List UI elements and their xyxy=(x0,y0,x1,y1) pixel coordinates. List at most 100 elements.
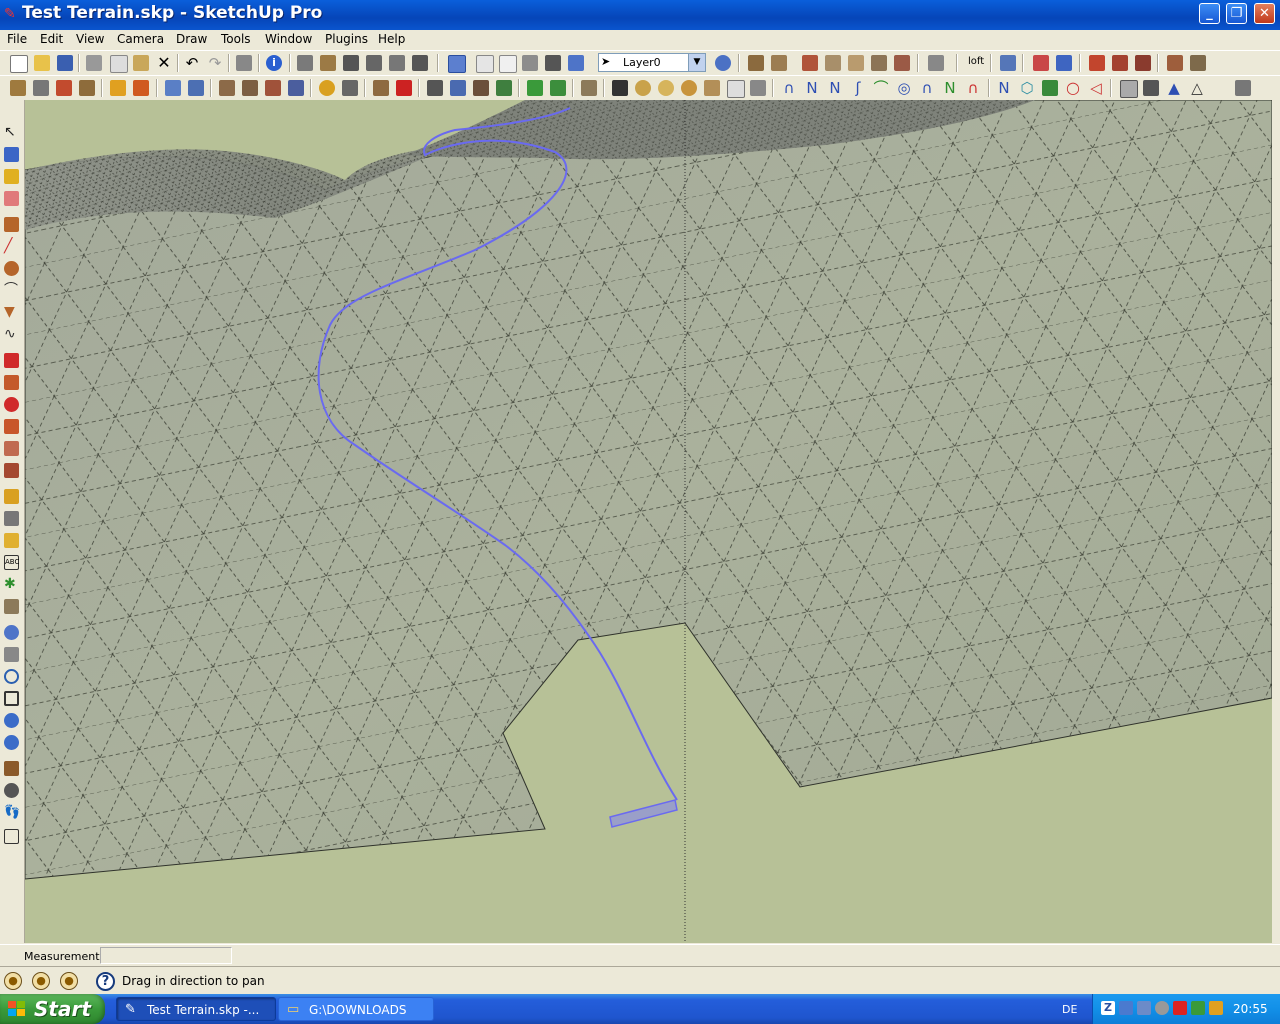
plugin-pyramid-icon[interactable]: ▲ xyxy=(1166,80,1182,96)
scale-icon[interactable] xyxy=(4,441,19,456)
arc-icon[interactable]: ⌒ xyxy=(4,283,19,298)
sandbox-scratch-icon[interactable] xyxy=(771,55,787,71)
menu-help[interactable]: Help xyxy=(378,32,405,46)
component-icon[interactable] xyxy=(4,147,19,162)
user-icon[interactable]: ● xyxy=(60,972,78,990)
plugin-pie-icon[interactable]: ◁ xyxy=(1088,80,1104,96)
plugin-box-icon[interactable] xyxy=(1120,80,1138,98)
delete-icon[interactable]: ✕ xyxy=(156,55,172,71)
offset-icon[interactable] xyxy=(4,463,19,478)
plugin-tool-5-icon[interactable] xyxy=(1190,55,1206,71)
protractor-icon[interactable] xyxy=(4,533,19,548)
plugin-u-icon[interactable] xyxy=(550,80,566,96)
tape-measure-icon[interactable] xyxy=(4,489,19,504)
nurbs-icon[interactable]: Ν xyxy=(827,80,843,96)
section-plane-icon[interactable] xyxy=(4,829,19,844)
plugin-cone-icon[interactable]: △ xyxy=(1189,80,1205,96)
add-detail-icon[interactable] xyxy=(871,55,887,71)
circle-icon[interactable] xyxy=(4,261,19,276)
smoove-icon[interactable] xyxy=(802,55,818,71)
plugin-tool-4-icon[interactable] xyxy=(1167,55,1183,71)
curve-green-icon[interactable]: ⌒ xyxy=(873,80,889,96)
start-button[interactable]: Start xyxy=(0,994,105,1024)
plugin-ab-icon[interactable] xyxy=(727,80,745,98)
plugin-ac-icon[interactable] xyxy=(750,80,766,96)
geo-location-icon[interactable]: ● xyxy=(4,972,22,990)
plugin-tool-2-icon[interactable] xyxy=(1112,55,1128,71)
shaded-icon[interactable] xyxy=(522,55,538,71)
menu-camera[interactable]: Camera xyxy=(117,32,164,46)
print-icon[interactable] xyxy=(236,55,252,71)
plugin-s-icon[interactable] xyxy=(496,80,512,96)
tray-network-icon[interactable] xyxy=(1119,1001,1133,1015)
spiral-icon[interactable]: ◎ xyxy=(896,80,912,96)
plugin-p-icon[interactable] xyxy=(427,80,443,96)
pan-icon[interactable] xyxy=(4,647,19,662)
tray-antivirus-icon[interactable] xyxy=(1173,1001,1187,1015)
plugin-tool-1-icon[interactable] xyxy=(1089,55,1105,71)
plugin-o-icon[interactable] xyxy=(396,80,412,96)
plugin-eraser-icon[interactable] xyxy=(1033,55,1049,71)
plugin-i-icon[interactable] xyxy=(242,80,258,96)
measurements-input[interactable] xyxy=(100,947,232,964)
plugin-dome-icon[interactable] xyxy=(1235,80,1251,96)
hidden-line-icon[interactable] xyxy=(499,55,517,73)
menu-view[interactable]: View xyxy=(76,32,104,46)
loft-label[interactable]: loft xyxy=(968,56,984,67)
move-icon[interactable] xyxy=(4,353,19,368)
plugin-c-icon[interactable] xyxy=(56,80,72,96)
curve-tool-icon[interactable] xyxy=(928,55,944,71)
plugin-loop-icon[interactable] xyxy=(1056,55,1072,71)
copy-icon[interactable] xyxy=(110,55,128,73)
axes-icon[interactable]: ✱ xyxy=(4,577,19,592)
plugin-e-icon[interactable] xyxy=(133,80,149,96)
plugin-cube-icon[interactable] xyxy=(1143,80,1159,96)
orbit-icon[interactable] xyxy=(4,625,19,640)
plugin-k-icon[interactable] xyxy=(288,80,304,96)
maximize-button[interactable]: ❐ xyxy=(1226,3,1247,24)
minimize-button[interactable]: _ xyxy=(1199,3,1220,24)
model-info-icon[interactable]: i xyxy=(266,55,282,71)
rectangle-icon[interactable] xyxy=(4,217,19,232)
plugin-d-icon[interactable] xyxy=(79,80,95,96)
dimension-icon[interactable] xyxy=(4,511,19,526)
shaded-textures-icon[interactable] xyxy=(545,55,561,71)
redo-icon[interactable]: ↷ xyxy=(207,55,223,71)
open-icon[interactable] xyxy=(34,55,50,71)
zoom-window-icon[interactable] xyxy=(4,691,19,706)
plugin-t-icon[interactable] xyxy=(527,80,543,96)
chevron-down-icon[interactable]: ▼ xyxy=(688,54,705,71)
top-view-icon[interactable] xyxy=(320,55,336,71)
right-view-icon[interactable] xyxy=(366,55,382,71)
task-downloads-folder[interactable]: ▭ G:\DOWNLOADS xyxy=(278,997,434,1021)
sketchup-app-icon[interactable]: ✎ xyxy=(4,6,20,22)
plugin-j-icon[interactable] xyxy=(265,80,281,96)
walk-icon[interactable]: 👣 xyxy=(4,805,20,820)
line-icon[interactable]: ╱ xyxy=(4,239,19,254)
plugin-m-icon[interactable] xyxy=(342,80,358,96)
arc-red-icon[interactable]: ∩ xyxy=(965,80,981,96)
layer-select[interactable]: ➤ Layer0 ▼ xyxy=(598,53,706,72)
plugin-a-icon[interactable] xyxy=(10,80,26,96)
credits-icon[interactable]: ● xyxy=(32,972,50,990)
plugin-l-icon[interactable] xyxy=(319,80,335,96)
left-view-icon[interactable] xyxy=(412,55,428,71)
bezier-icon[interactable]: ∩ xyxy=(781,80,797,96)
plugin-circle-icon[interactable]: ○ xyxy=(1065,80,1081,96)
rotate-icon[interactable] xyxy=(4,397,19,412)
sandbox-contours-icon[interactable] xyxy=(748,55,764,71)
plugin-line-icon[interactable]: Ν xyxy=(996,80,1012,96)
menu-file[interactable]: File xyxy=(7,32,27,46)
back-view-icon[interactable] xyxy=(389,55,405,71)
zoom-extents-icon[interactable] xyxy=(4,713,19,728)
plugin-aa-icon[interactable] xyxy=(704,80,720,96)
plugin-h-icon[interactable] xyxy=(219,80,235,96)
plugin-f-icon[interactable] xyxy=(165,80,181,96)
flip-edge-icon[interactable] xyxy=(894,55,910,71)
plugin-r-icon[interactable] xyxy=(473,80,489,96)
undo-icon[interactable]: ↶ xyxy=(184,55,200,71)
text-icon[interactable]: ABC xyxy=(4,555,19,570)
warning-icon[interactable] xyxy=(110,80,126,96)
spline-icon[interactable]: Ν xyxy=(804,80,820,96)
front-view-icon[interactable] xyxy=(343,55,359,71)
